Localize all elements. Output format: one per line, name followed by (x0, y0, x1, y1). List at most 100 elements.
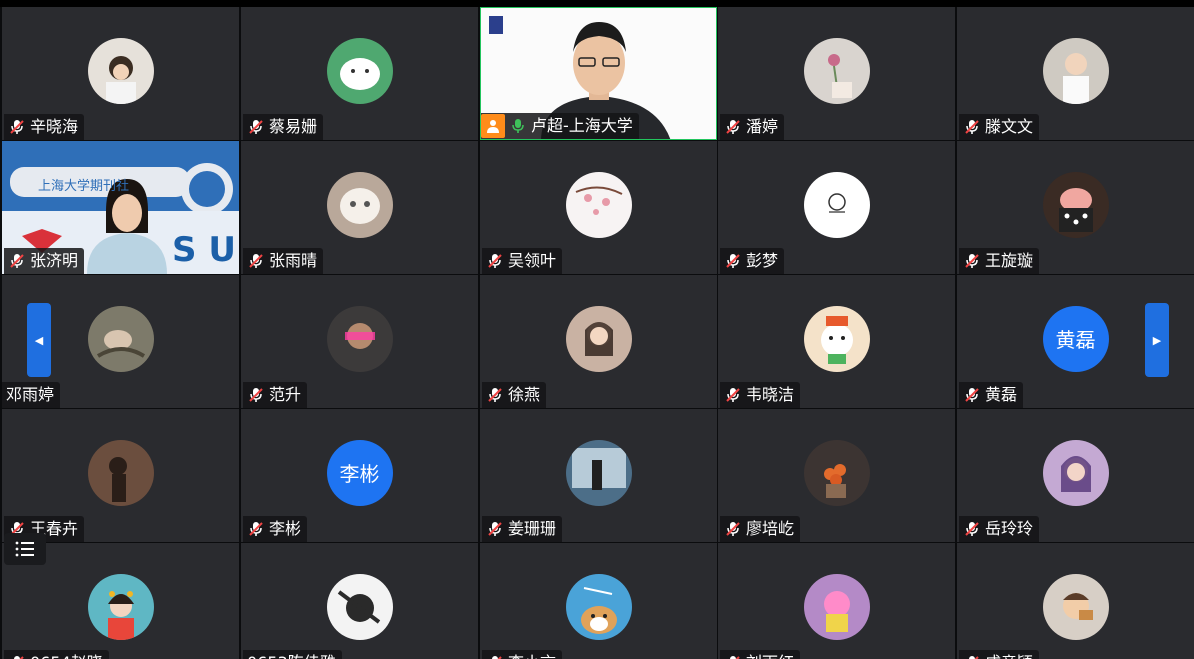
participant-name: 刘雨红 (746, 650, 794, 659)
participant-tile[interactable]: 潘婷 (718, 7, 955, 140)
participant-name-label: 岳玲玲 (959, 516, 1040, 542)
participant-name: 徐燕 (508, 385, 541, 404)
avatar (803, 171, 870, 238)
participant-tile[interactable]: 范升 (241, 275, 478, 408)
participant-name-label: 辛晓海 (4, 114, 85, 140)
mic-muted-icon (14, 656, 24, 659)
participant-name: 0653陈佳雅 (247, 650, 336, 659)
mic-muted-icon (249, 388, 263, 402)
participant-name: 滕文文 (985, 117, 1034, 136)
participant-name: 廖培屹 (746, 519, 795, 538)
participant-name-label: 邓雨婷 (2, 382, 61, 408)
participant-list-button[interactable] (4, 533, 46, 565)
participant-tile[interactable]: 廖培屹 (718, 409, 955, 542)
mic-muted-icon (965, 388, 979, 402)
participant-name: 彭梦 (746, 251, 779, 270)
participant-tile[interactable]: 滕文文 (957, 7, 1194, 140)
avatar (803, 573, 870, 640)
participant-tile[interactable]: 辛晓海 (2, 7, 239, 140)
mic-muted-icon (965, 120, 979, 134)
participant-tile[interactable]: 刘雨红 (718, 543, 955, 659)
mic-muted-icon (249, 522, 263, 536)
mic-muted-icon (726, 254, 740, 268)
participant-tile[interactable]: 徐燕 (480, 275, 717, 408)
participant-name: 蔡易姗 (269, 117, 318, 136)
participant-name-label: 吴领叶 (482, 248, 563, 274)
avatar (87, 439, 154, 506)
participant-name: 李彬 (269, 519, 302, 538)
participant-tile[interactable]: 岳玲玲 (957, 409, 1194, 542)
participant-tile[interactable]: S U 上海大学期刊社 张济明 (2, 141, 239, 274)
participant-name: 王旋璇 (985, 251, 1034, 270)
mic-muted-icon (726, 388, 740, 402)
participant-name: 岳玲玲 (985, 519, 1034, 538)
participant-name-label: 李小言 (482, 650, 563, 659)
participant-name: 潘婷 (746, 117, 779, 136)
participant-name: 吴领叶 (508, 251, 557, 270)
video-grid: 辛晓海 蔡易姗 卢超-上海大学 潘婷 滕文文 S U 上海大学期刊社 张济明 张雨晴 吴领叶 彭梦王… (0, 7, 1194, 659)
participant-name-label: 彭梦 (720, 248, 785, 274)
participant-tile[interactable]: 卢超-上海大学 (480, 7, 717, 140)
mic-muted-icon (969, 656, 979, 659)
participant-name: 张雨晴 (269, 251, 318, 270)
avatar (87, 305, 154, 372)
mic-muted-icon (726, 120, 740, 134)
avatar (87, 573, 154, 640)
participant-name-label: 0653陈佳雅 (243, 650, 342, 659)
participant-name: 成竞颖 (985, 650, 1033, 659)
avatar: 黄磊 (1042, 305, 1109, 372)
mic-muted-icon (965, 522, 979, 536)
participant-name: 范升 (269, 385, 302, 404)
avatar (565, 439, 632, 506)
participant-tile[interactable]: 张雨晴 (241, 141, 478, 274)
participant-name-label: 王旋璇 (959, 248, 1040, 274)
participant-name-label: 廖培屹 (720, 516, 801, 542)
participant-name: 李小言 (508, 650, 556, 659)
participant-name: 韦晓洁 (746, 385, 795, 404)
participant-name: 黄磊 (985, 385, 1018, 404)
mic-muted-icon (965, 254, 979, 268)
chevron-left-icon: ◀ (34, 333, 44, 347)
participant-name: 姜珊珊 (508, 519, 557, 538)
participant-tile[interactable]: 李小言 (480, 543, 717, 659)
participant-name-label: 卢超-上海大学 (481, 113, 639, 139)
participant-tile[interactable]: 吴领叶 (480, 141, 717, 274)
participant-name: 辛晓海 (30, 117, 79, 136)
next-page-button[interactable]: ▶ (1145, 303, 1169, 377)
avatar: 李彬 (326, 439, 393, 506)
avatar (326, 171, 393, 238)
participant-name-label: 黄磊 (959, 382, 1024, 408)
participant-name-label: 成竞颖 (959, 650, 1040, 659)
avatar (87, 37, 154, 104)
participant-name-label: 李彬 (243, 516, 308, 542)
participant-tile[interactable]: 彭梦 (718, 141, 955, 274)
participant-tile[interactable]: 王旋璇 (957, 141, 1194, 274)
participant-name: 卢超-上海大学 (531, 116, 633, 135)
participant-name-label: 滕文文 (959, 114, 1040, 140)
top-bar (0, 0, 1194, 7)
video-banner-text: 上海大学期刊社 (38, 179, 130, 194)
avatar (803, 439, 870, 506)
mic-muted-icon (488, 254, 502, 268)
participant-tile[interactable]: 韦晓洁 (718, 275, 955, 408)
mic-muted-icon (492, 656, 502, 659)
avatar (565, 171, 632, 238)
participant-name-label: 姜珊珊 (482, 516, 563, 542)
participant-name-label: 刘雨红 (720, 650, 801, 659)
mic-muted-icon (488, 388, 502, 402)
mic-muted-icon (488, 522, 502, 536)
participant-tile[interactable]: 姜珊珊 (480, 409, 717, 542)
participant-tile[interactable]: 蔡易姗 (241, 7, 478, 140)
mic-muted-icon (249, 254, 263, 268)
avatar (1042, 439, 1109, 506)
participant-tile[interactable]: 李彬 李彬 (241, 409, 478, 542)
avatar (326, 573, 393, 640)
prev-page-button[interactable]: ◀ (27, 303, 51, 377)
participant-name: 张济明 (30, 251, 79, 270)
participant-tile[interactable]: 王春卉 (2, 409, 239, 542)
participant-tile[interactable]: 成竞颖 (957, 543, 1194, 659)
participant-name-label: 范升 (243, 382, 308, 408)
mic-muted-icon (249, 120, 263, 134)
mic-muted-icon (730, 656, 740, 659)
participant-tile[interactable]: 0653陈佳雅 (241, 543, 478, 659)
